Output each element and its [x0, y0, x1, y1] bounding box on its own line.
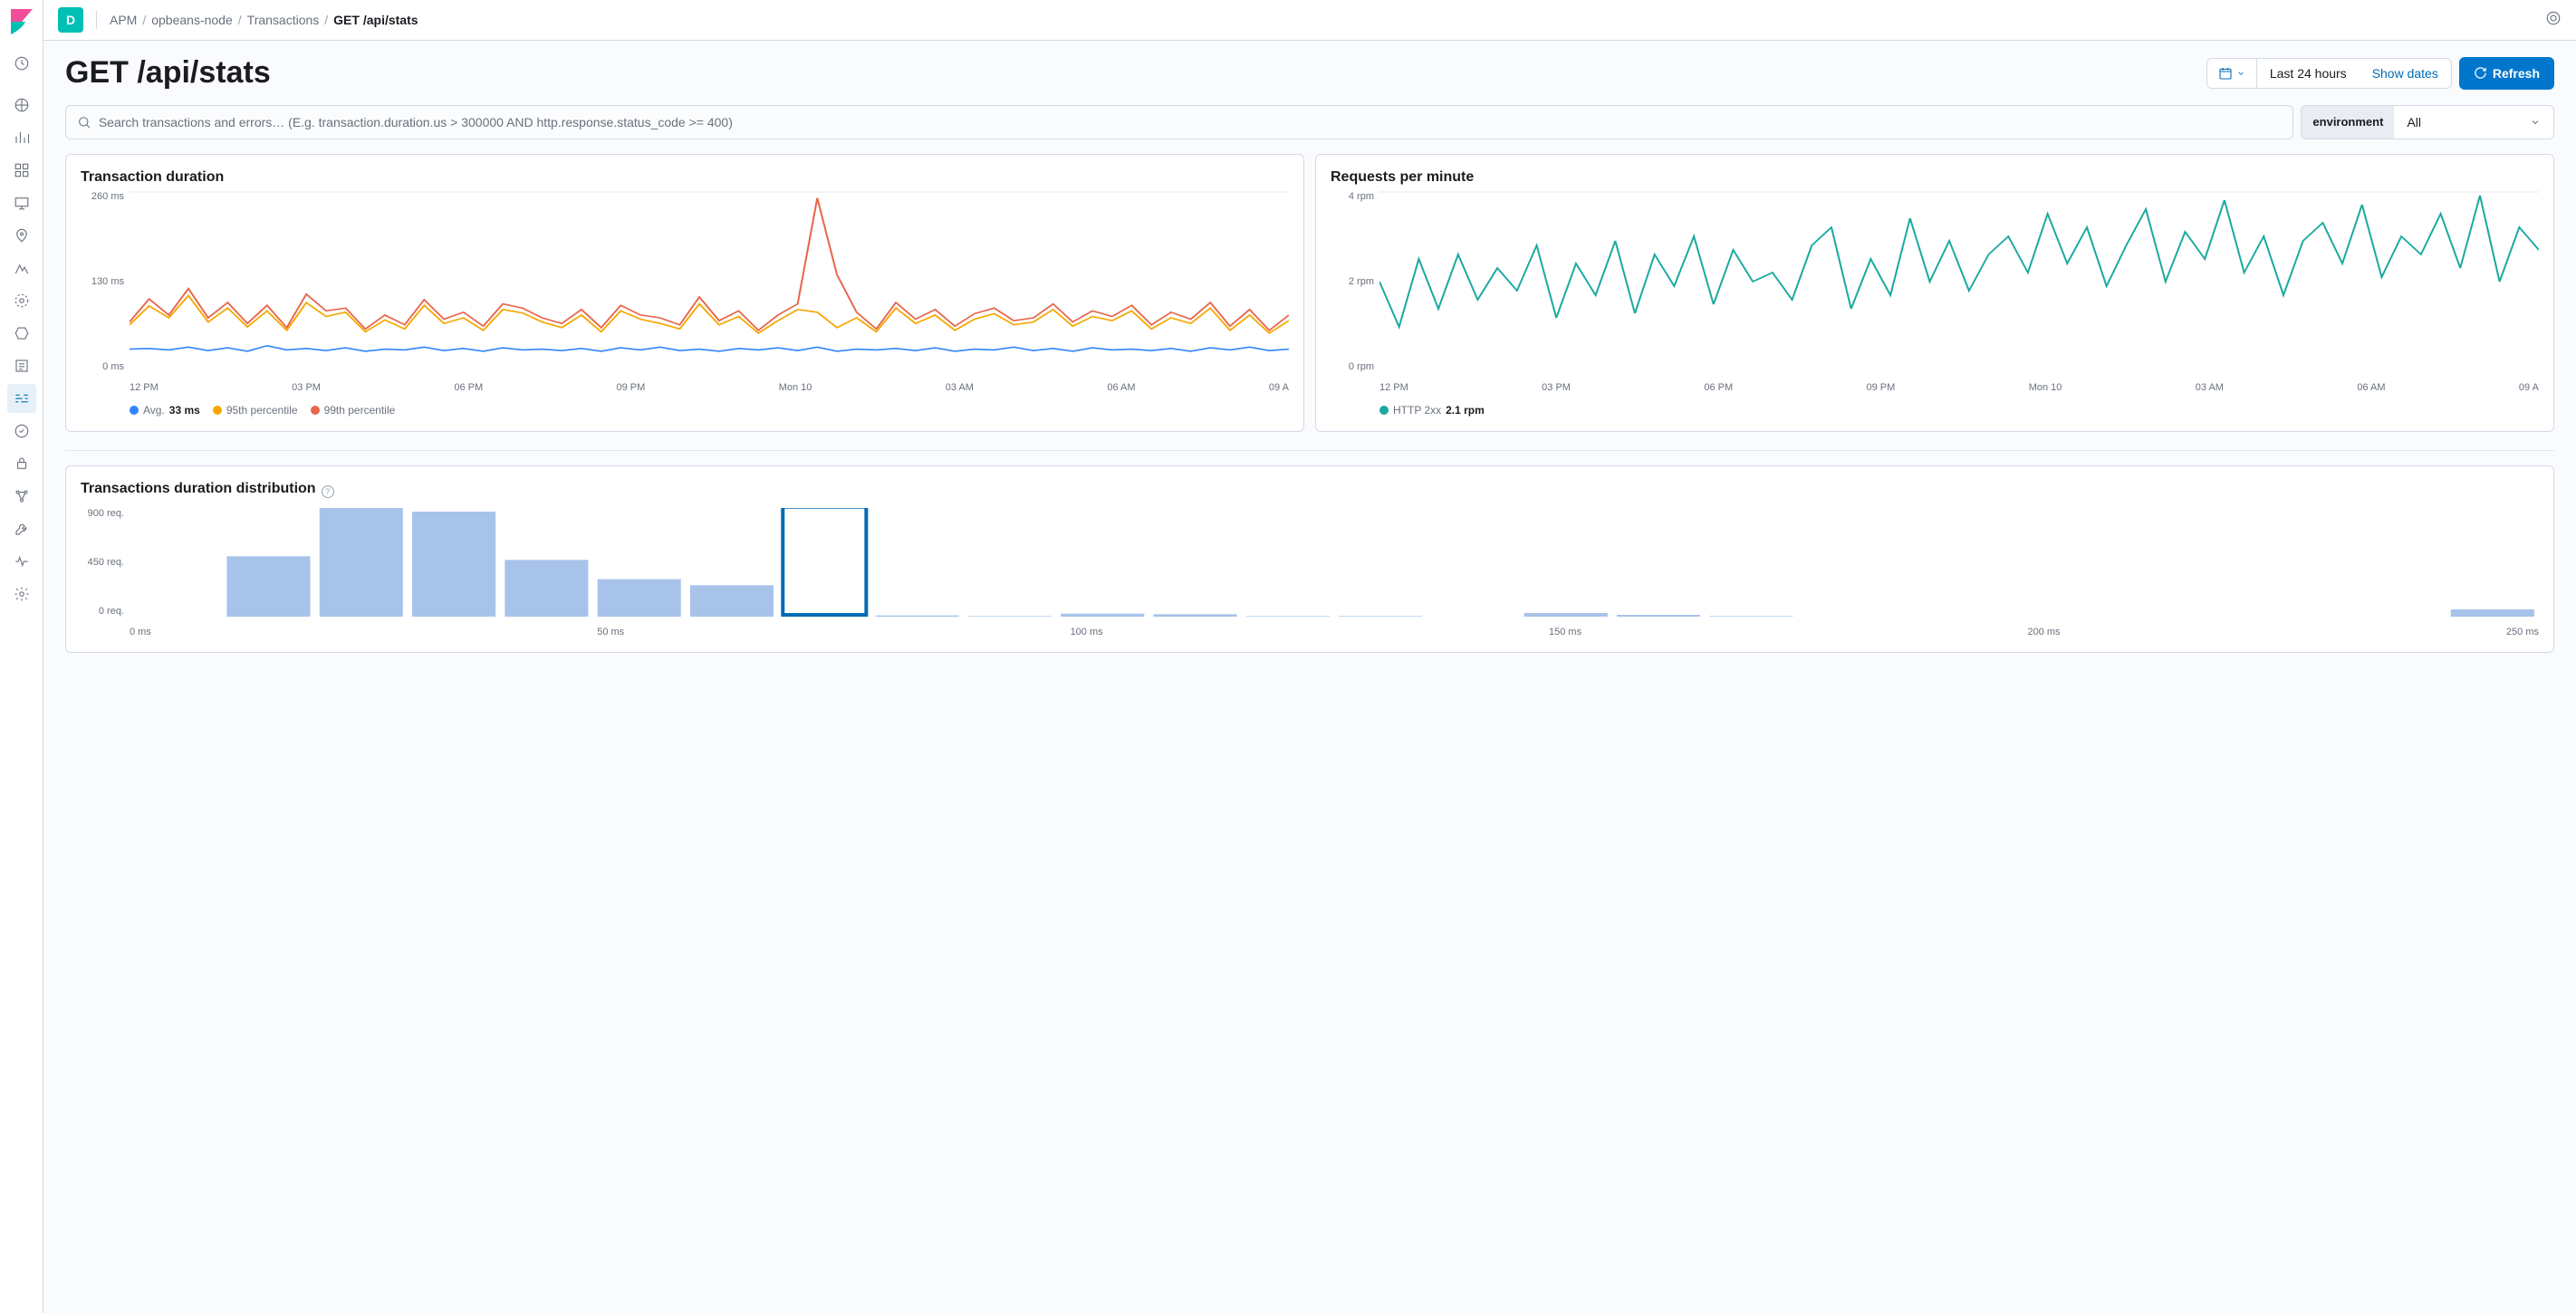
nav-maps-icon[interactable] [7, 221, 36, 250]
nav-monitoring-icon[interactable] [7, 547, 36, 576]
breadcrumb-transactions[interactable]: Transactions [247, 13, 320, 27]
breadcrumb-sep: / [238, 13, 242, 27]
search-icon [77, 115, 91, 129]
breadcrumb-sep: / [142, 13, 146, 27]
main-area: D APM / opbeans-node / Transactions / GE… [43, 0, 2576, 1313]
environment-value: All [2407, 115, 2421, 129]
legend-p95[interactable]: 95th percentile [213, 404, 298, 417]
transaction-duration-panel: Transaction duration 260 ms130 ms0 ms 12… [65, 154, 1304, 432]
legend-http2xx[interactable]: HTTP 2xx 2.1 rpm [1379, 404, 1485, 417]
date-picker[interactable]: Last 24 hours Show dates [2206, 58, 2452, 89]
search-input[interactable] [99, 115, 2283, 129]
panel-title: Requests per minute [1331, 169, 2539, 186]
help-icon[interactable] [2545, 10, 2562, 31]
content: GET /api/stats Last 24 hours Show dates … [43, 41, 2576, 1313]
panel-title: Transaction duration [81, 169, 1289, 186]
breadcrumb: APM / opbeans-node / Transactions / GET … [110, 13, 418, 27]
environment-label: environment [2302, 106, 2394, 139]
nav-security-icon[interactable] [7, 449, 36, 478]
requests-per-minute-panel: Requests per minute 4 rpm2 rpm0 rpm 12 P… [1315, 154, 2554, 432]
nav-discover-icon[interactable] [7, 91, 36, 120]
environment-select[interactable]: All [2394, 106, 2553, 139]
show-dates-link[interactable]: Show dates [2360, 59, 2451, 88]
environment-filter[interactable]: environment All [2301, 105, 2554, 139]
calendar-icon[interactable] [2207, 59, 2257, 88]
kibana-logo[interactable] [7, 7, 36, 36]
nav-ml-icon[interactable] [7, 254, 36, 283]
panel-title: Transactions duration distribution [81, 481, 316, 497]
nav-management-icon[interactable] [7, 580, 36, 609]
topbar: D APM / opbeans-node / Transactions / GE… [43, 0, 2576, 41]
search-box[interactable] [65, 105, 2293, 139]
nav-visualize-icon[interactable] [7, 123, 36, 152]
nav-infrastructure-icon[interactable] [7, 286, 36, 315]
nav-dev-tools-icon[interactable] [7, 514, 36, 543]
nav-canvas-icon[interactable] [7, 188, 36, 217]
breadcrumb-sep: / [324, 13, 328, 27]
refresh-label: Refresh [2493, 66, 2540, 81]
info-icon[interactable]: ? [322, 485, 334, 498]
legend-p99[interactable]: 99th percentile [311, 404, 396, 417]
nav-siem-icon[interactable] [7, 351, 36, 380]
breadcrumb-current: GET /api/stats [333, 13, 418, 27]
breadcrumb-service[interactable]: opbeans-node [151, 13, 233, 27]
nav-dashboard-icon[interactable] [7, 156, 36, 185]
nav-recent-icon[interactable] [7, 49, 36, 78]
app-sidebar [0, 0, 43, 1313]
chevron-down-icon [2530, 117, 2541, 128]
page-title: GET /api/stats [65, 55, 2206, 91]
legend-avg[interactable]: Avg. 33 ms [130, 404, 200, 417]
nav-uptime-icon[interactable] [7, 417, 36, 446]
breadcrumb-apm[interactable]: APM [110, 13, 137, 27]
nav-apm-icon[interactable] [7, 384, 36, 413]
nav-logs-icon[interactable] [7, 319, 36, 348]
nav-graph-icon[interactable] [7, 482, 36, 511]
space-selector[interactable]: D [58, 7, 83, 33]
refresh-button[interactable]: Refresh [2459, 57, 2554, 90]
duration-distribution-panel: Transactions duration distribution ? 900… [65, 465, 2554, 653]
date-range-text: Last 24 hours [2257, 59, 2360, 88]
